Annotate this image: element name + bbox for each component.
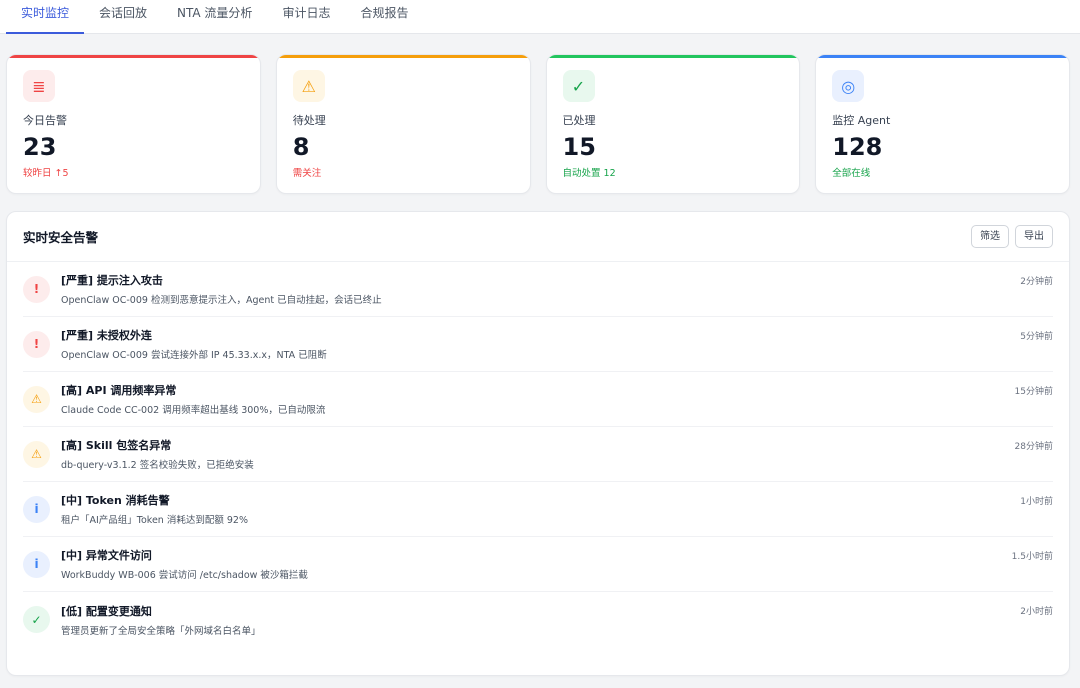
alerts-panel-actions: 筛选 导出 bbox=[971, 225, 1053, 248]
alert-item[interactable]: ⚠ [高] API 调用频率异常 Claude Code CC-002 调用频率… bbox=[23, 372, 1053, 427]
alert-item[interactable]: ! [严重] 提示注入攻击 OpenClaw OC-009 检测到恶意提示注入，… bbox=[23, 262, 1053, 317]
alert-description: WorkBuddy WB-006 尝试访问 /etc/shadow 被沙箱拦截 bbox=[61, 570, 308, 581]
stat-label: 今日告警 bbox=[23, 114, 67, 127]
export-button[interactable]: 导出 bbox=[1015, 225, 1053, 248]
stat-value: 128 bbox=[832, 133, 883, 161]
alert-list: ! [严重] 提示注入攻击 OpenClaw OC-009 检测到恶意提示注入，… bbox=[7, 262, 1069, 647]
tab-realtime-monitor[interactable]: 实时监控 bbox=[6, 0, 85, 34]
alert-icon: ! bbox=[23, 275, 50, 303]
stat-value: 15 bbox=[562, 133, 596, 161]
alerts-panel: 实时安全告警 筛选 导出 ! [严重] 提示注入攻击 OpenClaw OC-0… bbox=[6, 211, 1070, 676]
alert-body: [高] Skill 包签名异常 db-query-v3.1.2 签名校验失败，已… bbox=[61, 437, 1053, 471]
alert-title: [中] Token 消耗告警 bbox=[61, 494, 170, 507]
alert-item[interactable]: i [中] Token 消耗告警 租户「AI产品组」Token 消耗达到配额 9… bbox=[23, 482, 1053, 537]
card-accent-bar bbox=[7, 55, 260, 58]
alert-title: [中] 异常文件访问 bbox=[61, 549, 152, 562]
stat-value: 8 bbox=[292, 133, 310, 161]
stat-value: 23 bbox=[23, 133, 57, 161]
tab-session-replay[interactable]: 会话回放 bbox=[84, 0, 162, 33]
card-accent-bar bbox=[276, 55, 530, 58]
card-accent-bar bbox=[816, 55, 1069, 58]
card-accent-bar bbox=[546, 55, 800, 58]
alert-icon: ! bbox=[23, 330, 50, 358]
list-icon: ≣ bbox=[23, 70, 55, 102]
alert-time: 28分钟前 bbox=[1014, 442, 1053, 452]
alert-description: OpenClaw OC-009 尝试连接外部 IP 45.33.x.x，NTA … bbox=[61, 350, 327, 361]
warning-icon: ⚠ bbox=[23, 440, 50, 468]
alert-description: 租户「AI产品组」Token 消耗达到配额 92% bbox=[61, 515, 248, 526]
stat-label: 待处理 bbox=[292, 114, 326, 127]
check-icon: ✓ bbox=[23, 606, 50, 633]
alerts-panel-header: 实时安全告警 筛选 导出 bbox=[7, 212, 1069, 262]
alert-item[interactable]: i [中] 异常文件访问 WorkBuddy WB-006 尝试访问 /etc/… bbox=[23, 537, 1053, 592]
info-icon: i bbox=[23, 550, 50, 578]
stat-card: ⚠ 待处理 8 需关注 bbox=[275, 54, 531, 194]
alert-title: [低] 配置变更通知 bbox=[61, 604, 152, 618]
alert-item[interactable]: ⚠ [高] Skill 包签名异常 db-query-v3.1.2 签名校验失败… bbox=[23, 427, 1053, 482]
filter-button[interactable]: 筛选 bbox=[971, 225, 1009, 248]
stat-subtext: 全部在线 bbox=[832, 168, 871, 179]
alert-time: 2分钟前 bbox=[1020, 277, 1053, 287]
alert-description: Claude Code CC-002 调用频率超出基线 300%，已自动限流 bbox=[61, 405, 326, 416]
alert-description: 管理员更新了全局安全策略「外网域名白名单」 bbox=[61, 625, 261, 637]
alert-body: [高] API 调用频率异常 Claude Code CC-002 调用频率超出… bbox=[61, 382, 1053, 416]
alert-time: 2小时前 bbox=[1020, 607, 1053, 617]
stat-subtext: 较昨日 ↑5 bbox=[23, 168, 69, 179]
warning-icon: ⚠ bbox=[23, 385, 50, 413]
alert-item[interactable]: ✓ [低] 配置变更通知 管理员更新了全局安全策略「外网域名白名单」 2小时前 bbox=[23, 592, 1053, 647]
stat-label: 已处理 bbox=[562, 114, 596, 127]
tab-audit-log[interactable]: 审计日志 bbox=[267, 0, 345, 33]
tab-nta-analysis[interactable]: NTA 流量分析 bbox=[162, 0, 267, 33]
alert-description: OpenClaw OC-009 检测到恶意提示注入，Agent 已自动挂起，会话… bbox=[61, 295, 382, 306]
check-icon: ✓ bbox=[562, 70, 595, 102]
warning-icon: ⚠ bbox=[292, 70, 325, 102]
alert-body: [中] Token 消耗告警 租户「AI产品组」Token 消耗达到配额 92% bbox=[61, 492, 1053, 526]
alert-item[interactable]: ! [严重] 未授权外连 OpenClaw OC-009 尝试连接外部 IP 4… bbox=[23, 317, 1053, 372]
alert-title: [严重] 未授权外连 bbox=[61, 329, 152, 342]
info-icon: i bbox=[23, 495, 50, 523]
stat-subtext: 需关注 bbox=[292, 168, 322, 179]
alert-body: [低] 配置变更通知 管理员更新了全局安全策略「外网域名白名单」 bbox=[61, 603, 1053, 637]
alert-body: [中] 异常文件访问 WorkBuddy WB-006 尝试访问 /etc/sh… bbox=[61, 547, 1053, 581]
alert-body: [严重] 未授权外连 OpenClaw OC-009 尝试连接外部 IP 45.… bbox=[61, 327, 1053, 361]
alert-title: [高] Skill 包签名异常 bbox=[61, 439, 172, 452]
alert-body: [严重] 提示注入攻击 OpenClaw OC-009 检测到恶意提示注入，Ag… bbox=[61, 272, 1053, 306]
radar-icon: ◎ bbox=[832, 70, 865, 102]
stat-label: 监控 Agent bbox=[832, 114, 891, 127]
stat-card: ≣ 今日告警 23 较昨日 ↑5 bbox=[6, 54, 261, 194]
tab-bar: 实时监控 会话回放 NTA 流量分析 审计日志 合规报告 bbox=[0, 0, 1080, 34]
tab-compliance-report[interactable]: 合规报告 bbox=[345, 0, 423, 33]
stat-subtext: 自动处置 12 bbox=[562, 168, 616, 179]
alert-title: [严重] 提示注入攻击 bbox=[61, 274, 163, 287]
alert-time: 1.5小时前 bbox=[1011, 552, 1053, 562]
stat-card: ◎ 监控 Agent 128 全部在线 bbox=[815, 54, 1070, 194]
stat-cards: ≣ 今日告警 23 较昨日 ↑5 ⚠ 待处理 8 需关注 ✓ 已处理 15 自动… bbox=[6, 54, 1070, 194]
alerts-panel-title: 实时安全告警 bbox=[23, 230, 99, 245]
alert-time: 1小时前 bbox=[1020, 497, 1053, 507]
alert-title: [高] API 调用频率异常 bbox=[61, 384, 177, 397]
stat-card: ✓ 已处理 15 自动处置 12 bbox=[545, 54, 801, 194]
alert-time: 15分钟前 bbox=[1014, 387, 1053, 397]
alert-time: 5分钟前 bbox=[1020, 332, 1053, 342]
alert-description: db-query-v3.1.2 签名校验失败，已拒绝安装 bbox=[61, 460, 254, 471]
